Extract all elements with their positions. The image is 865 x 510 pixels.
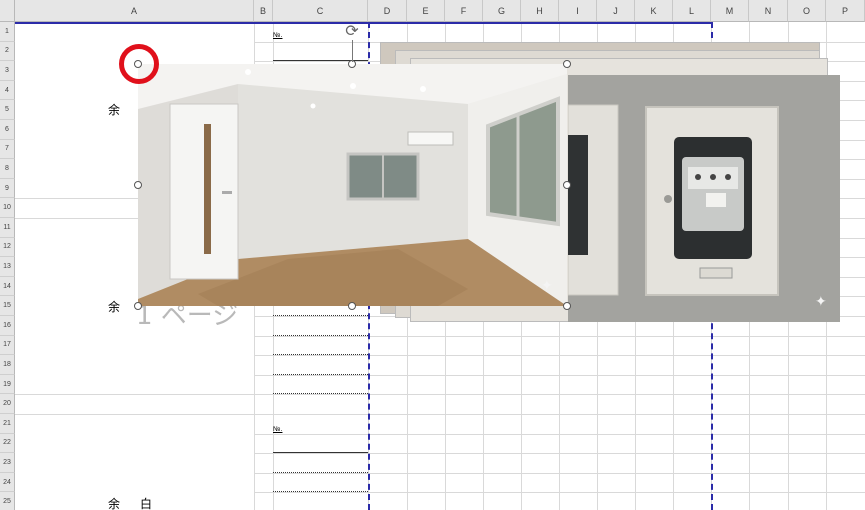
print-area-top-border	[15, 22, 712, 24]
row-header-12[interactable]: 12	[0, 237, 15, 258]
room-photo[interactable]: ✦	[138, 64, 567, 306]
row-header-14[interactable]: 14	[0, 276, 15, 297]
rotate-connector	[352, 40, 353, 62]
column-header-d[interactable]: D	[368, 0, 407, 22]
resize-handle[interactable]	[563, 181, 571, 189]
resize-handle[interactable]	[563, 60, 571, 68]
row-header-1[interactable]: 1	[0, 22, 15, 42]
cell-dotted-line	[273, 373, 368, 375]
meter-photo[interactable]: ✦	[568, 75, 840, 322]
column-header-p[interactable]: P	[826, 0, 865, 22]
row-header-19[interactable]: 19	[0, 374, 15, 395]
row-header-15[interactable]: 15	[0, 296, 15, 316]
column-header-m[interactable]: M	[711, 0, 749, 22]
cell-dotted-line	[273, 334, 368, 336]
row-header-9[interactable]: 9	[0, 178, 15, 199]
column-header-n[interactable]: N	[749, 0, 788, 22]
row-header-3[interactable]: 3	[0, 61, 15, 81]
row-header-13[interactable]: 13	[0, 257, 15, 277]
grid-line	[254, 355, 865, 357]
row-header-20[interactable]: 20	[0, 394, 15, 414]
column-header-c[interactable]: C	[273, 0, 368, 22]
grid-line	[254, 414, 865, 415]
row-header-16[interactable]: 16	[0, 316, 15, 336]
empty-room-interior-photo	[138, 64, 567, 306]
row-header-23[interactable]: 23	[0, 453, 15, 473]
sparkle-icon: ✦	[541, 278, 553, 294]
row-header-17[interactable]: 17	[0, 335, 15, 356]
grid-line	[15, 394, 254, 396]
grid-line	[15, 414, 254, 415]
grid-line	[254, 433, 865, 435]
row-header-5[interactable]: 5	[0, 100, 15, 120]
grid-line	[254, 492, 865, 494]
row-header-2[interactable]: 2	[0, 41, 15, 62]
column-header-o[interactable]: O	[788, 0, 826, 22]
cell-dotted-line	[273, 393, 368, 395]
margin-text-cell: 余	[108, 103, 121, 117]
column-header-h[interactable]: H	[521, 0, 559, 22]
column-header-g[interactable]: G	[483, 0, 521, 22]
cell-dotted-line	[273, 354, 368, 356]
row-header-10[interactable]: 10	[0, 198, 15, 218]
grid-line	[254, 335, 865, 337]
column-header-i[interactable]: I	[559, 0, 597, 22]
column-header-l[interactable]: L	[673, 0, 711, 22]
rotate-handle-icon[interactable]: ⟳	[343, 22, 361, 40]
resize-handle[interactable]	[134, 302, 142, 310]
grid-line	[254, 472, 865, 474]
resize-handle[interactable]	[348, 302, 356, 310]
resize-handle[interactable]	[563, 302, 571, 310]
grid-line	[254, 374, 865, 376]
grid-line	[254, 394, 865, 396]
column-header-j[interactable]: J	[597, 0, 635, 22]
grid-line	[254, 453, 865, 455]
resize-handle[interactable]	[134, 181, 142, 189]
cell-underline	[273, 452, 368, 454]
row-header-11[interactable]: 11	[0, 218, 15, 238]
row-header-24[interactable]: 24	[0, 472, 15, 493]
column-header-k[interactable]: K	[635, 0, 673, 22]
cell-dotted-line	[273, 315, 368, 316]
highlight-circle	[119, 44, 159, 84]
select-all-corner[interactable]	[0, 0, 15, 22]
row-header-18[interactable]: 18	[0, 355, 15, 375]
row-header-6[interactable]: 6	[0, 120, 15, 140]
row-header-7[interactable]: 7	[0, 139, 15, 160]
column-header-e[interactable]: E	[407, 0, 445, 22]
row-header-4[interactable]: 4	[0, 80, 15, 101]
number-label-cell: №.	[273, 32, 283, 39]
spreadsheet[interactable]: ABCDEFGHIJKLMNOP 1 2 3 4 5 6 7 8 9 10 11 12 13 14 15 16…	[0, 0, 865, 510]
row-header-25[interactable]: 25	[0, 492, 15, 510]
row-header-8[interactable]: 8	[0, 159, 15, 179]
column-header-b[interactable]: B	[254, 0, 273, 22]
row-header-22[interactable]: 22	[0, 433, 15, 454]
margin-text-cell: 余 白	[108, 497, 157, 510]
column-header-f[interactable]: F	[445, 0, 483, 22]
column-header-a[interactable]: A	[15, 0, 254, 22]
sparkle-icon: ✦	[815, 294, 827, 310]
cell-dotted-line	[273, 471, 368, 473]
cell-dotted-line	[273, 491, 368, 493]
row-header-21[interactable]: 21	[0, 414, 15, 434]
margin-text-cell: 余	[108, 300, 121, 314]
gas-meter-box-photo	[568, 75, 840, 322]
number-label-cell: №.	[273, 426, 283, 433]
